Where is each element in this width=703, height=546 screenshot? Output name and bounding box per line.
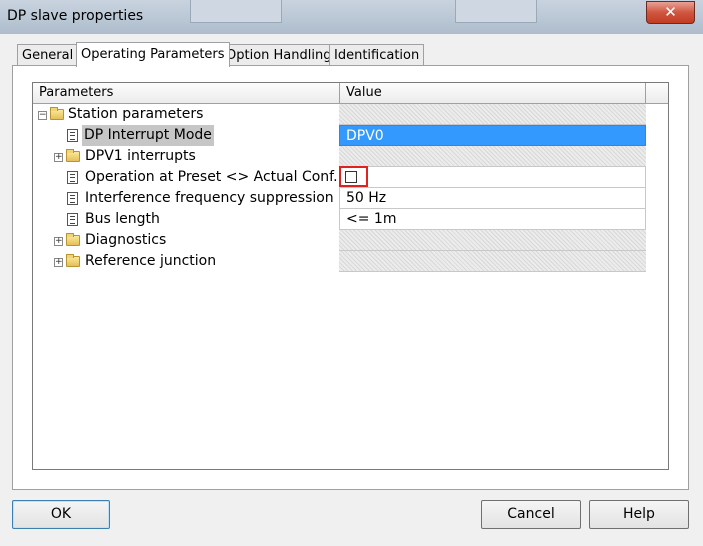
expand-icon[interactable]: + — [54, 258, 63, 267]
ok-button[interactable]: OK — [12, 500, 110, 529]
row-label: Bus length — [85, 211, 160, 227]
tree-row[interactable]: + DPV1 interrupts — [33, 146, 668, 167]
window-title: DP slave properties — [7, 8, 144, 24]
value-cell[interactable]: <= 1m — [339, 209, 646, 230]
column-header-value[interactable]: Value — [340, 83, 646, 103]
value-cell[interactable]: 50 Hz — [339, 188, 646, 209]
parameter-icon — [67, 192, 78, 205]
tree-row[interactable]: − Station parameters — [33, 104, 668, 125]
value-cell — [339, 167, 646, 188]
tree-row[interactable]: Interference frequency suppression 50 Hz — [33, 188, 668, 209]
parameter-icon — [67, 171, 78, 184]
row-label: Station parameters — [68, 106, 204, 122]
column-header-parameters[interactable]: Parameters — [33, 83, 340, 103]
value-text: 50 Hz — [346, 190, 387, 206]
close-icon: ✕ — [664, 3, 677, 21]
tab-label: General — [22, 48, 74, 63]
background-window-fragment — [190, 0, 282, 23]
tab-label: Operating Parameters — [81, 47, 225, 62]
cancel-button[interactable]: Cancel — [481, 500, 581, 529]
value-cell[interactable]: DPV0 — [339, 125, 646, 146]
parameters-grid[interactable]: Parameters Value − Station parameters DP… — [32, 82, 669, 470]
parameter-icon — [67, 213, 78, 226]
value-cell — [339, 104, 646, 125]
title-bar[interactable]: DP slave properties ✕ — [0, 0, 703, 35]
background-window-fragment — [455, 0, 537, 23]
folder-icon — [50, 107, 64, 120]
value-cell — [339, 230, 646, 251]
tab-label: Identification — [334, 48, 420, 63]
expand-icon[interactable]: + — [54, 237, 63, 246]
help-button[interactable]: Help — [589, 500, 689, 529]
tab-option-handling[interactable]: Option Handling — [221, 44, 337, 65]
tab-identification[interactable]: Identification — [329, 44, 425, 65]
tab-operating-parameters[interactable]: Operating Parameters — [76, 42, 230, 67]
collapse-icon[interactable]: − — [38, 111, 47, 120]
row-label: Diagnostics — [85, 232, 167, 248]
row-label: Reference junction — [85, 253, 217, 269]
tab-general[interactable]: General — [17, 44, 79, 65]
value-text: DPV0 — [346, 128, 384, 144]
tree-row[interactable]: DP Interrupt Mode DPV0 — [33, 125, 668, 146]
expand-icon[interactable]: + — [54, 153, 63, 162]
folder-icon — [66, 233, 80, 246]
parameter-icon — [67, 129, 78, 142]
value-text: <= 1m — [346, 211, 397, 227]
tree-row[interactable]: + Diagnostics — [33, 230, 668, 251]
grid-header: Parameters Value — [33, 83, 668, 104]
close-button[interactable]: ✕ — [646, 1, 695, 24]
folder-icon — [66, 149, 80, 162]
row-label: Operation at Preset <> Actual Conf... — [85, 169, 347, 185]
value-cell — [339, 146, 646, 167]
tab-label: Option Handling — [226, 48, 332, 63]
value-cell — [339, 251, 646, 272]
row-label: DPV1 interrupts — [85, 148, 196, 164]
folder-icon — [66, 254, 80, 267]
tree-row[interactable]: + Reference junction — [33, 251, 668, 272]
tree-row[interactable]: Bus length <= 1m — [33, 209, 668, 230]
row-label: Interference frequency suppression — [85, 190, 334, 206]
row-label: DP Interrupt Mode — [82, 125, 214, 146]
operation-preset-checkbox[interactable] — [345, 171, 357, 183]
